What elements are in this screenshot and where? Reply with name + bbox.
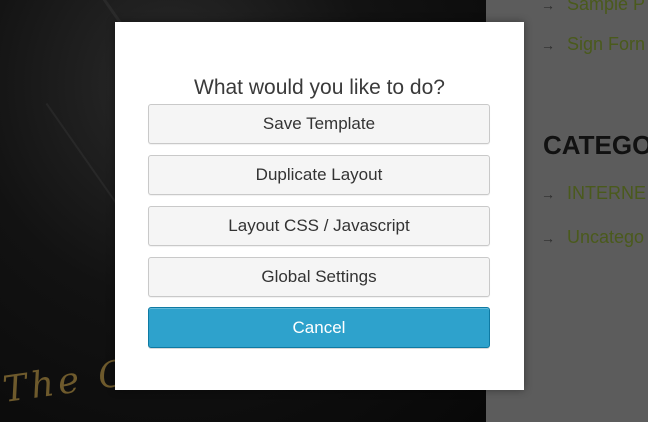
sidebar-category-link[interactable]: → INTERNE <box>541 183 646 204</box>
sidebar-post-link[interactable]: → Sign Forn <box>541 34 645 55</box>
sidebar-category-link[interactable]: → Uncatego <box>541 227 644 248</box>
categories-heading: CATEGO <box>543 130 648 160</box>
save-template-button[interactable]: Save Template <box>148 104 490 144</box>
sidebar-post-label: Sample P <box>567 0 646 14</box>
arrow-right-icon: → <box>541 0 555 13</box>
action-dialog: What would you like to do? Save Template… <box>115 22 524 390</box>
duplicate-layout-button[interactable]: Duplicate Layout <box>148 155 490 195</box>
arrow-right-icon: → <box>541 36 555 53</box>
sidebar-category-label: Uncatego <box>567 227 645 247</box>
cancel-button[interactable]: Cancel <box>148 307 490 348</box>
layout-css-javascript-button[interactable]: Layout CSS / Javascript <box>148 206 490 246</box>
arrow-right-icon: → <box>541 229 555 246</box>
global-settings-button[interactable]: Global Settings <box>148 257 490 297</box>
sidebar-post-label: Sign Forn <box>567 34 646 54</box>
dialog-title: What would you like to do? <box>194 76 445 99</box>
sidebar-post-link[interactable]: → Sample P <box>541 0 645 15</box>
sidebar-category-label: INTERNE <box>567 183 647 203</box>
arrow-right-icon: → <box>541 185 555 202</box>
